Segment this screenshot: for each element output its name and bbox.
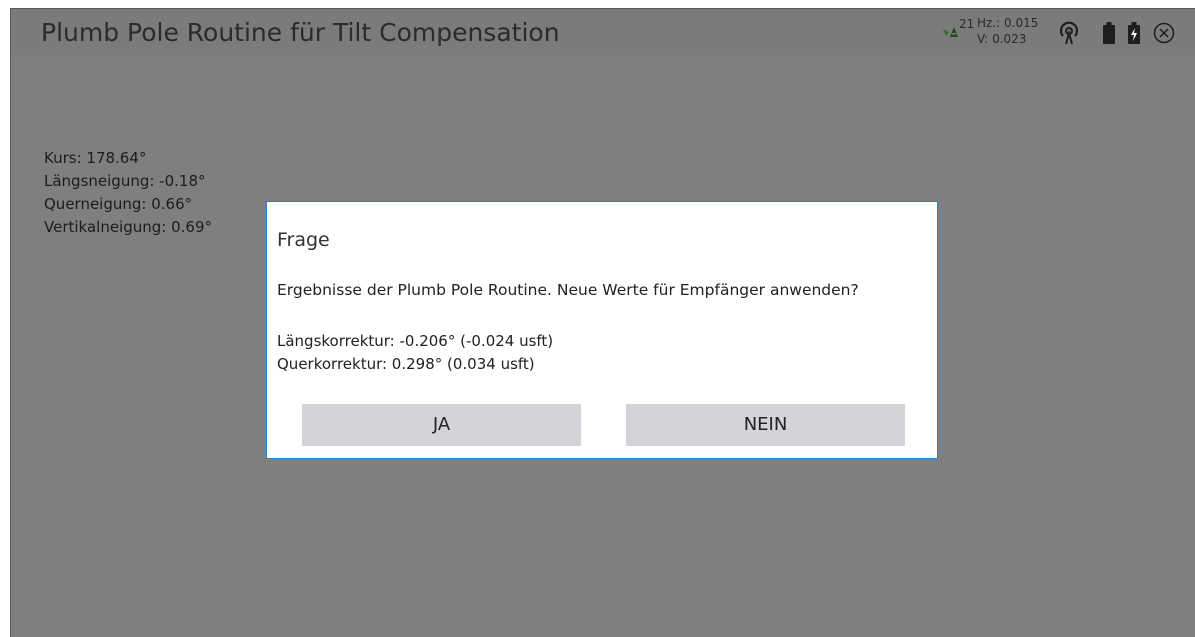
satellite-icon	[943, 27, 958, 37]
battery-charging-icon	[1128, 22, 1140, 44]
tilt-readout: Kurs: 178.64° Längsneigung: -0.18° Quern…	[44, 147, 212, 239]
correction-values: Längskorrektur: -0.206° (-0.024 usft) Qu…	[277, 330, 553, 376]
satellite-count: 21	[959, 17, 975, 31]
v-precision: V: 0.023	[977, 32, 1027, 46]
kurs-value: Kurs: 178.64°	[44, 149, 147, 167]
question-dialog: Frage Ergebnisse der Plumb Pole Routine.…	[266, 201, 938, 459]
app-window: Plumb Pole Routine für Tilt Compensation…	[10, 8, 1195, 637]
close-icon[interactable]	[1153, 22, 1175, 44]
laengsneigung-value: Längsneigung: -0.18°	[44, 172, 206, 190]
page-title: Plumb Pole Routine für Tilt Compensation	[41, 18, 560, 47]
dialog-message: Ergebnisse der Plumb Pole Routine. Neue …	[277, 281, 859, 299]
battery-icon	[1103, 22, 1115, 44]
yes-button[interactable]: JA	[302, 404, 581, 446]
hz-precision: Hz.: 0.015	[977, 16, 1039, 30]
vertikalneigung-value: Vertikalneigung: 0.69°	[44, 218, 213, 236]
querneigung-value: Querneigung: 0.66°	[44, 195, 193, 213]
title-bar: Plumb Pole Routine für Tilt Compensation…	[11, 9, 1195, 55]
querkorrektur-value: Querkorrektur: 0.298° (0.034 usft)	[277, 355, 535, 373]
precision-readout[interactable]: Hz.: 0.015 V: 0.023	[977, 15, 1038, 47]
no-button[interactable]: NEIN	[626, 404, 905, 446]
laengskorrektur-value: Längskorrektur: -0.206° (-0.024 usft)	[277, 332, 554, 350]
dialog-title: Frage	[277, 229, 330, 251]
satellite-status[interactable]: 21	[941, 17, 975, 49]
radio-signal-icon[interactable]	[1056, 20, 1082, 46]
